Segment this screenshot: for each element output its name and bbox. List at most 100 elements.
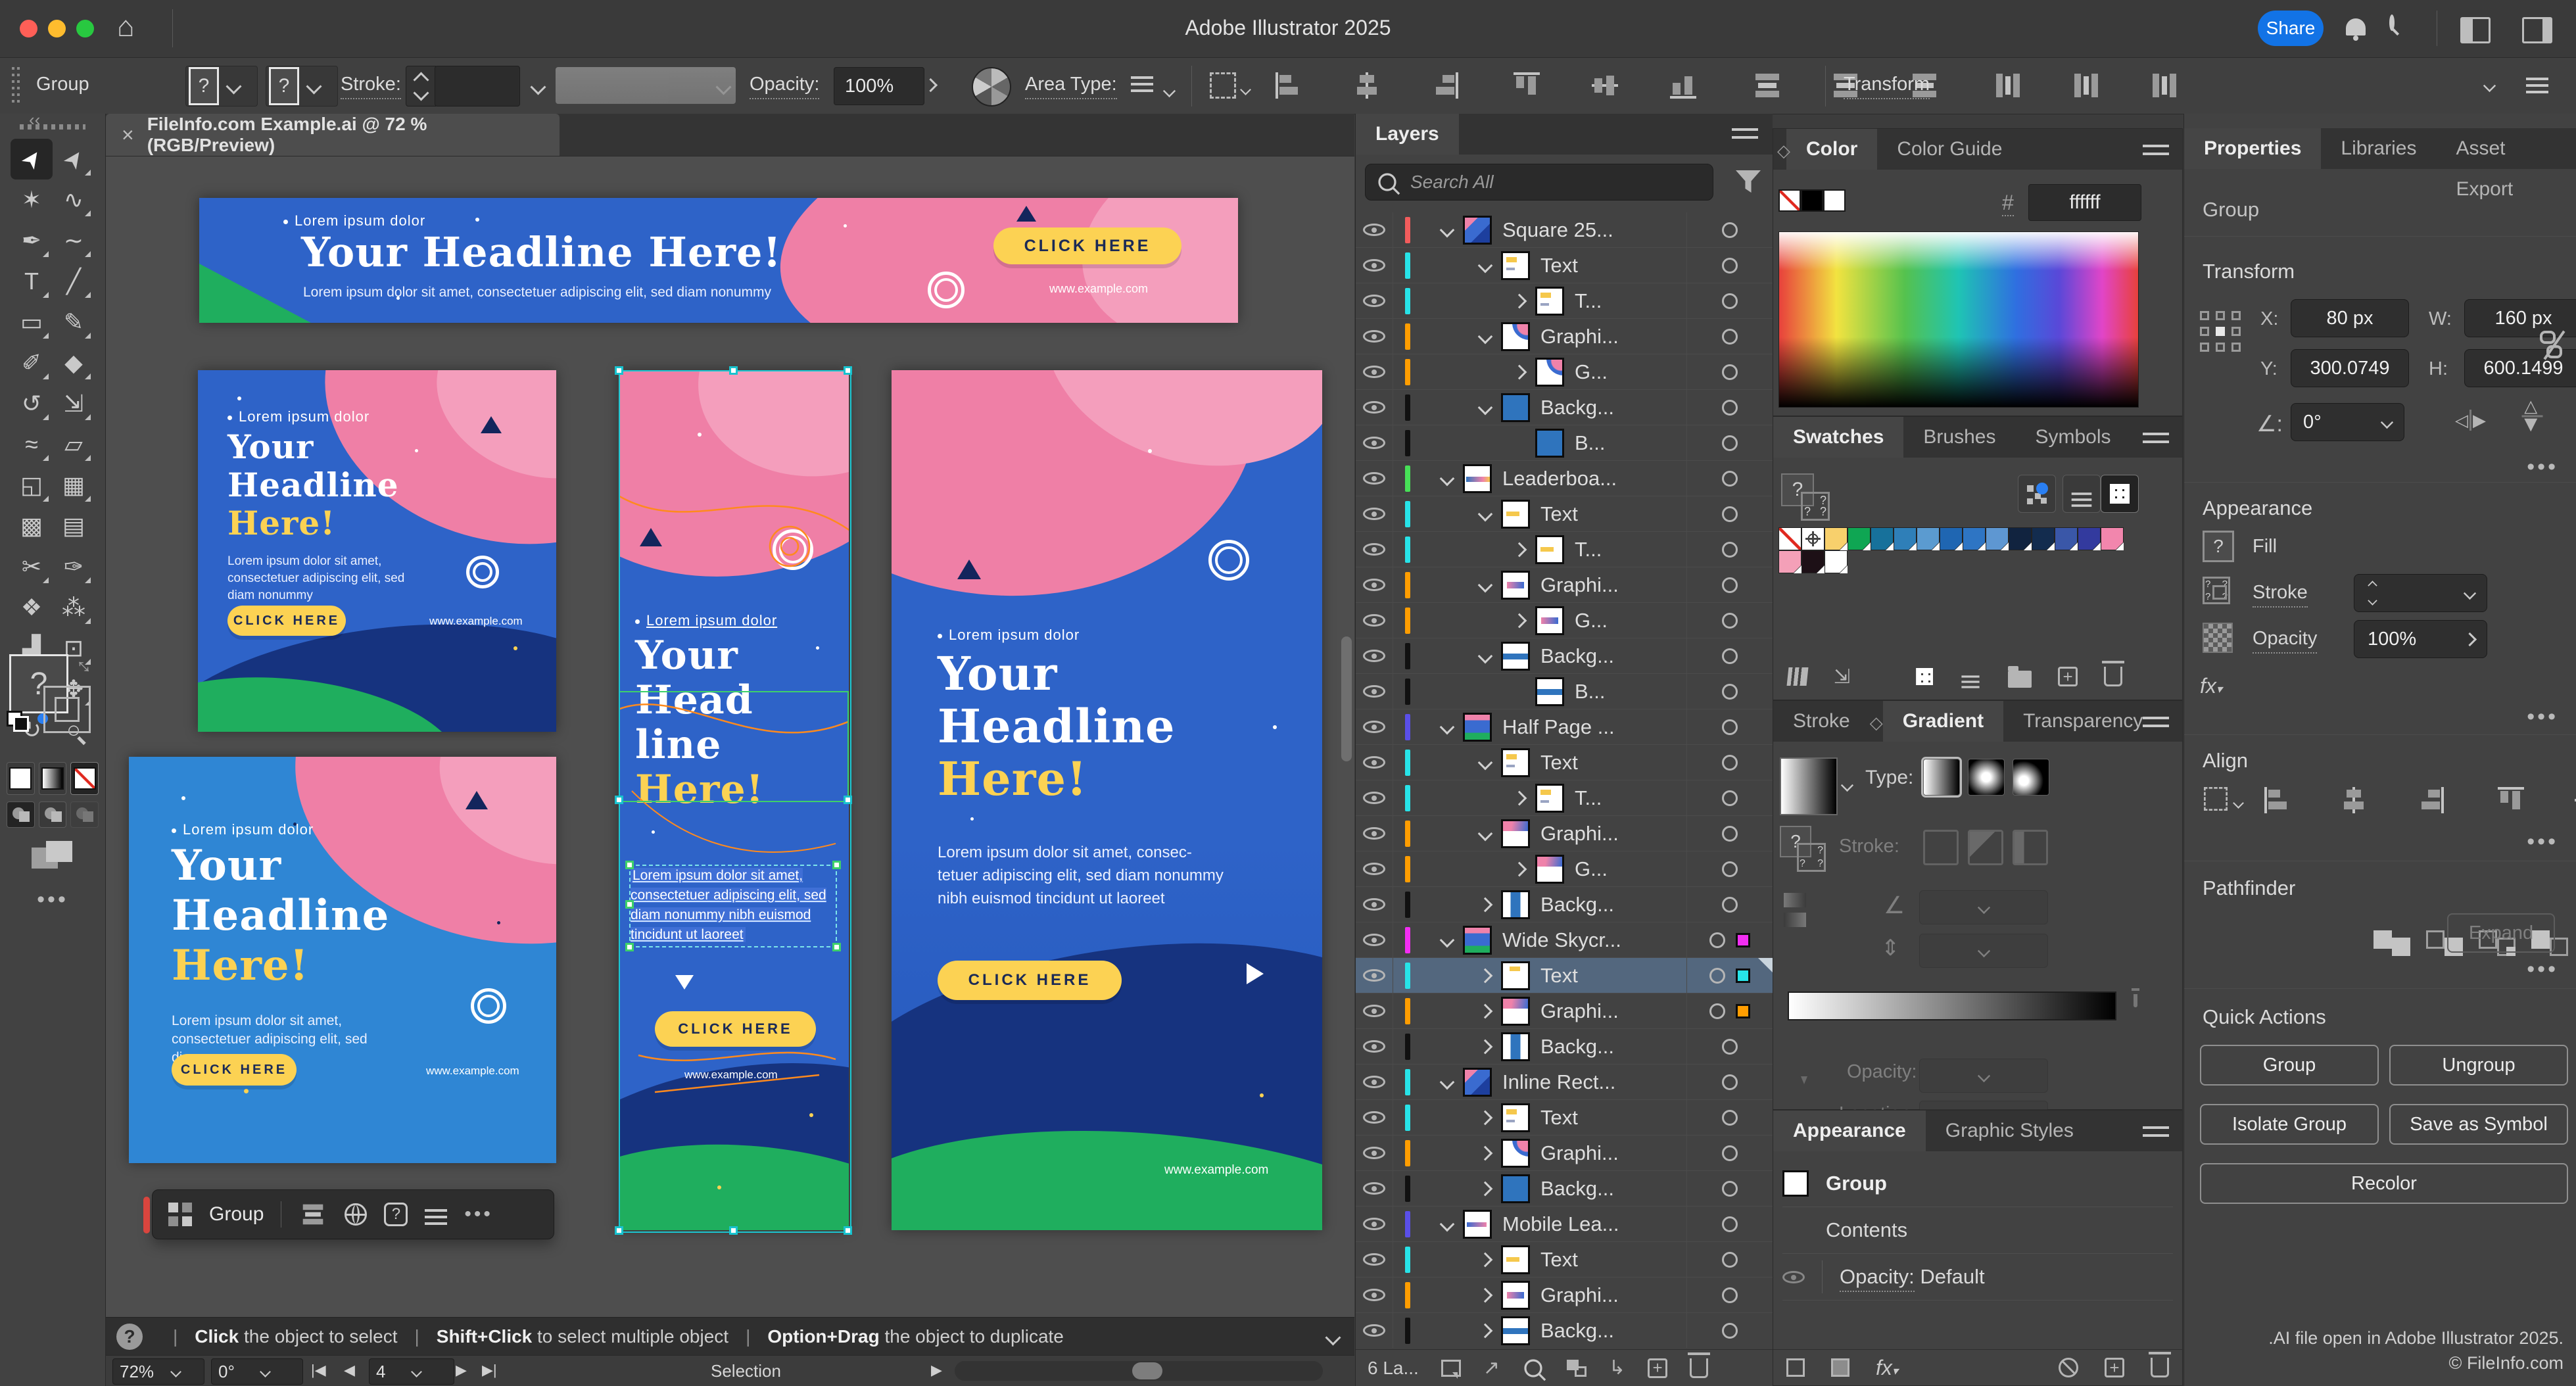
- fill-swatch[interactable]: ?: [2203, 531, 2234, 562]
- layer-name[interactable]: Graphi...: [1540, 325, 1686, 348]
- horizontal-scrollbar[interactable]: [955, 1361, 1323, 1381]
- target-circle-icon[interactable]: [1722, 613, 1738, 629]
- more-options-icon[interactable]: •••: [464, 1211, 493, 1218]
- tab-appearance[interactable]: Appearance: [1773, 1111, 1926, 1151]
- layer-name[interactable]: Square 25...: [1502, 218, 1686, 242]
- align-top-icon[interactable]: [2496, 786, 2525, 815]
- target-circle-icon[interactable]: [1722, 577, 1738, 593]
- target-circle-icon[interactable]: [1722, 1039, 1738, 1055]
- layer-row[interactable]: G...: [1356, 354, 1773, 390]
- artboard-number-select[interactable]: 4: [369, 1358, 454, 1385]
- layer-thumbnail[interactable]: [1501, 997, 1530, 1026]
- visibility-eye-icon[interactable]: [1356, 685, 1393, 698]
- expand-chevron-icon[interactable]: [1480, 828, 1497, 839]
- swatch[interactable]: [2055, 527, 2078, 550]
- layer-row[interactable]: G...: [1356, 851, 1773, 887]
- expand-button[interactable]: Expand: [2447, 913, 2555, 953]
- expand-chevron-icon[interactable]: [1480, 1041, 1497, 1052]
- workspace-layout-icon[interactable]: [2460, 17, 2491, 43]
- target-circle-icon[interactable]: [1722, 222, 1738, 238]
- reverse-gradient-icon[interactable]: [1784, 893, 1806, 907]
- swatch[interactable]: [2032, 527, 2055, 550]
- layer-name[interactable]: Inline Rect...: [1502, 1070, 1686, 1094]
- tools-grip[interactable]: [20, 124, 85, 130]
- align-to-selection-icon[interactable]: [1210, 72, 1236, 99]
- visibility-eye-icon[interactable]: [1356, 366, 1393, 378]
- target-circle-icon[interactable]: [1722, 258, 1738, 274]
- layer-name[interactable]: Mobile Lea...: [1502, 1212, 1686, 1236]
- tab-symbols[interactable]: Symbols: [2015, 417, 2130, 458]
- target-circle-icon[interactable]: [1722, 1181, 1738, 1197]
- layer-name[interactable]: B...: [1575, 431, 1686, 455]
- layer-row[interactable]: Mobile Lea...: [1356, 1207, 1773, 1242]
- group-button[interactable]: Group: [2200, 1045, 2379, 1086]
- freeform-gradient-button[interactable]: [2013, 759, 2049, 796]
- layer-row[interactable]: T...: [1356, 532, 1773, 567]
- align-hcenter-icon[interactable]: [2339, 786, 2368, 815]
- grid-view-button[interactable]: [2101, 475, 2139, 513]
- artboard-square[interactable]: Lorem ipsum dolor YourHeadlineHere! Lore…: [198, 370, 556, 732]
- rotate-tool[interactable]: ↺: [11, 383, 53, 424]
- layer-name[interactable]: T...: [1575, 786, 1686, 810]
- make-mask-icon[interactable]: [1567, 1360, 1586, 1377]
- layer-name[interactable]: Backg...: [1540, 1177, 1686, 1201]
- visibility-eye-icon[interactable]: [1356, 1111, 1393, 1124]
- layer-name[interactable]: B...: [1575, 680, 1686, 704]
- visibility-eye-icon[interactable]: [1356, 330, 1393, 343]
- rotate-select[interactable]: 0°: [2291, 403, 2383, 441]
- layer-thumbnail[interactable]: [1501, 1245, 1530, 1274]
- layer-name[interactable]: Graphi...: [1540, 573, 1686, 597]
- zoom-level-select[interactable]: 72%: [112, 1358, 204, 1385]
- layer-name[interactable]: Graphi...: [1540, 1283, 1686, 1307]
- expand-chevron-icon[interactable]: [1480, 1006, 1497, 1016]
- expand-chevron-icon[interactable]: [1442, 935, 1459, 945]
- target-circle-icon[interactable]: [1722, 293, 1738, 309]
- layer-row[interactable]: Graphi...: [1356, 567, 1773, 603]
- rotation-select[interactable]: 0°: [211, 1358, 303, 1385]
- layer-thumbnail[interactable]: [1535, 677, 1564, 706]
- width-tool[interactable]: ≈: [11, 424, 53, 465]
- visibility-eye-icon[interactable]: [1356, 543, 1393, 556]
- layer-row[interactable]: T...: [1356, 780, 1773, 816]
- visibility-eye-icon[interactable]: [1356, 614, 1393, 627]
- swatch[interactable]: [1848, 527, 1871, 550]
- new-color-group-icon[interactable]: [2008, 671, 2032, 688]
- layer-name[interactable]: Leaderboa...: [1502, 467, 1686, 490]
- pencil-tool[interactable]: ✐: [11, 343, 53, 383]
- distribute-right-icon[interactable]: [2150, 71, 2179, 100]
- expand-chevron-icon[interactable]: [1480, 757, 1497, 768]
- layer-thumbnail[interactable]: [1463, 713, 1492, 742]
- layer-thumbnail[interactable]: [1535, 429, 1564, 458]
- opacity-checker-icon[interactable]: [2203, 623, 2233, 653]
- stroke-label[interactable]: Stroke:: [341, 74, 401, 99]
- fill-color-dropdown[interactable]: ?: [185, 66, 258, 107]
- new-swatch-icon[interactable]: +: [2058, 667, 2078, 686]
- layer-name[interactable]: G...: [1575, 360, 1686, 384]
- target-circle-icon[interactable]: [1722, 471, 1738, 487]
- expand-chevron-icon[interactable]: [1514, 296, 1531, 306]
- visibility-eye-icon[interactable]: [1356, 1147, 1393, 1159]
- appearance-row-contents[interactable]: Contents: [1782, 1207, 2173, 1254]
- layers-menu-icon[interactable]: [1732, 128, 1758, 131]
- layer-thumbnail[interactable]: [1501, 890, 1530, 919]
- scrollbar-thumb[interactable]: [1132, 1362, 1162, 1379]
- visibility-eye-icon[interactable]: [1356, 1289, 1393, 1301]
- target-circle-icon[interactable]: [1722, 400, 1738, 416]
- rotate-chevron[interactable]: [2370, 403, 2404, 441]
- black-swatch[interactable]: [1801, 189, 1823, 212]
- align-to-icon[interactable]: [2204, 787, 2228, 811]
- swatch[interactable]: [1917, 527, 1940, 550]
- layer-row[interactable]: G...: [1356, 603, 1773, 638]
- visibility-eye-icon[interactable]: [1356, 1253, 1393, 1266]
- add-stroke-icon[interactable]: [1786, 1358, 1805, 1377]
- visibility-eye-icon[interactable]: [1356, 224, 1393, 236]
- layer-name[interactable]: Text: [1540, 502, 1686, 526]
- layer-thumbnail[interactable]: [1501, 500, 1530, 529]
- target-circle-icon[interactable]: [1722, 542, 1738, 558]
- collapse-hint-icon[interactable]: [1325, 1329, 1341, 1345]
- collapse-panel-icon[interactable]: ◇: [1777, 141, 1790, 161]
- swatch[interactable]: [1801, 527, 1825, 550]
- layers-search-field[interactable]: Search All: [1365, 164, 1713, 201]
- expand-chevron-icon[interactable]: [1480, 970, 1497, 981]
- target-circle-icon[interactable]: [1709, 968, 1725, 984]
